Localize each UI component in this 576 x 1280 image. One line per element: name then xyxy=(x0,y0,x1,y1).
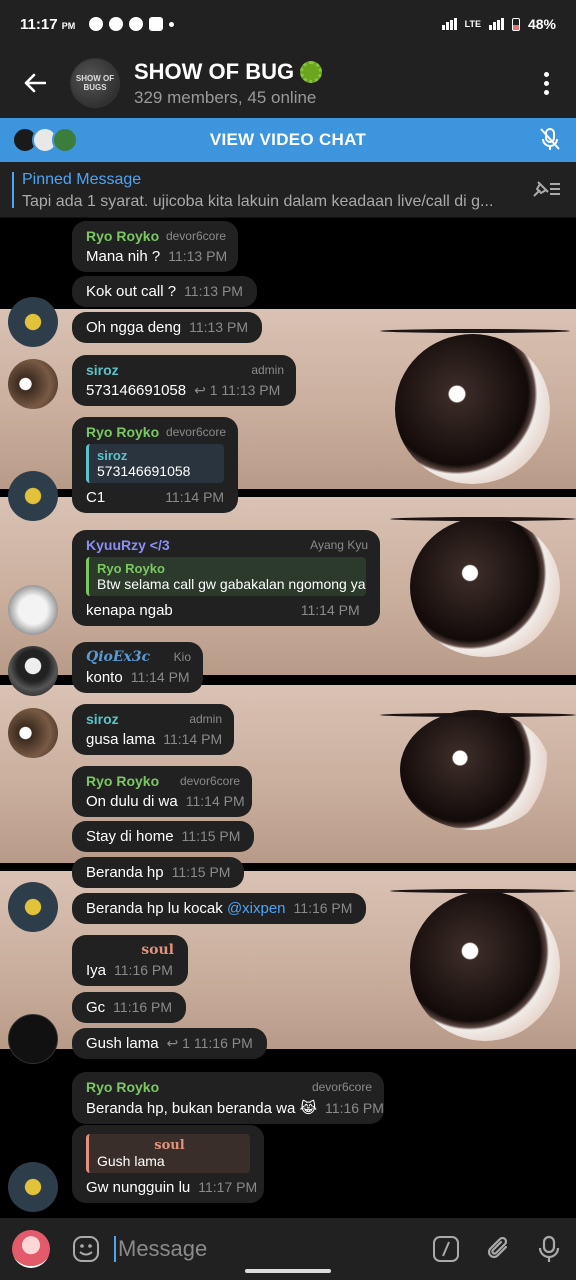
signal-icon xyxy=(441,18,457,30)
avatar-kyuurzy[interactable] xyxy=(8,585,58,635)
message-bubble[interactable]: Ryo Royko devor6core On dulu di wa 11:14 P… xyxy=(72,766,252,817)
pin-list-icon[interactable] xyxy=(530,178,562,200)
message-bubble[interactable]: siroz admin 573146691058 ↩ 1 11:13 PM xyxy=(72,355,296,406)
avatar-siroz[interactable] xyxy=(8,708,58,758)
message-bubble[interactable]: Oh ngga deng 11:13 PM xyxy=(72,312,262,343)
message-bubble[interactable]: Gc 11:16 PM xyxy=(72,992,187,1023)
more-menu-button[interactable] xyxy=(516,71,576,95)
battery-level: 48% xyxy=(527,16,556,32)
avatar-ryo-royko[interactable] xyxy=(8,471,58,521)
view-video-chat-label: VIEW VIDEO CHAT xyxy=(209,130,367,149)
reply-preview[interactable]: Ryo Royko Btw selama call gw gabakalan ng… xyxy=(86,557,366,596)
network-type: LTE xyxy=(464,19,481,29)
arrow-left-icon xyxy=(24,73,46,93)
reply-count: 1 xyxy=(182,1035,190,1051)
group-title: SHOW OF BUG xyxy=(134,58,295,84)
battery-icon xyxy=(511,17,520,31)
microphone-icon[interactable] xyxy=(538,1235,560,1263)
avatar-ryo-royko[interactable] xyxy=(8,882,58,932)
virus-emoji-icon xyxy=(300,60,323,83)
message-bubble[interactable]: QioEx3c Kio konto 11:14 PM xyxy=(72,642,203,693)
message-bubble[interactable]: siroz admin gusa lama 11:14 PM xyxy=(72,704,234,755)
group-avatar[interactable]: SHOW OF BUGS xyxy=(70,58,120,108)
chat-header: SHOW OF BUGS SHOW OF BUG 329 members, 45… xyxy=(0,48,576,118)
bot-commands-icon[interactable] xyxy=(432,1235,460,1263)
group-title-area[interactable]: SHOW OF BUG 329 members, 45 online xyxy=(134,58,323,108)
home-indicator xyxy=(245,1269,331,1273)
message-bubble[interactable]: Ryo Royko devor6core siroz 573146691058 C1… xyxy=(72,417,238,513)
more-notifications-icon xyxy=(169,21,175,27)
message-bubble[interactable]: soul Iya 11:16 PM xyxy=(72,935,188,986)
message-bubble[interactable]: soul Gush lama Gw nungguin lu 11:17 PM xyxy=(72,1125,264,1203)
pinned-message-bar[interactable]: Pinned Message Tapi ada 1 syarat. ujicob… xyxy=(0,162,576,218)
reply-count: 1 xyxy=(209,382,218,398)
youtube-icon xyxy=(149,17,164,31)
message-bubble[interactable]: Beranda hp 11:15 PM xyxy=(72,857,245,888)
member-count: 329 members, 45 online xyxy=(134,87,317,107)
status-bar: 11:17 PM LTE 48% xyxy=(0,0,576,48)
message-bubble[interactable]: Stay di home 11:15 PM xyxy=(72,821,255,852)
avatar-ryo-royko[interactable] xyxy=(8,1162,58,1212)
reply-preview[interactable]: soul Gush lama xyxy=(86,1134,250,1173)
back-button[interactable] xyxy=(0,48,70,118)
mic-off-icon[interactable] xyxy=(540,128,560,152)
message-bubble[interactable]: KyuuRzy </3 Ayang Kyu Ryo Royko Btw selama… xyxy=(72,530,380,626)
message-bubble[interactable]: Beranda hp lu kocak @xixpen 11:16 PM xyxy=(72,893,367,924)
message-bubble[interactable]: Ryo Royko devor6core Beranda hp, bukan be… xyxy=(72,1072,384,1124)
pinned-text: Tapi ada 1 syarat. ujicoba kita lakuin d… xyxy=(22,193,494,210)
clock: 11:17 PM xyxy=(20,15,76,33)
message-input[interactable]: Message xyxy=(114,1236,207,1262)
attach-icon[interactable] xyxy=(486,1235,512,1263)
video-chat-bar[interactable]: VIEW VIDEO CHAT xyxy=(0,118,576,162)
whatsapp-icon-2 xyxy=(129,17,144,31)
message-bubble[interactable]: Ryo Royko devor6core Mana nih ? 11:13 PM xyxy=(72,221,238,272)
message-bubble[interactable]: Kok out call ? 11:13 PM xyxy=(72,276,257,307)
pinned-indicator xyxy=(12,172,14,208)
whatsapp-icon xyxy=(109,17,124,31)
send-as-avatar[interactable] xyxy=(12,1230,50,1268)
media-icon xyxy=(89,17,104,31)
reply-preview[interactable]: siroz 573146691058 xyxy=(86,444,224,483)
signal-icon-2 xyxy=(488,18,504,30)
message-bubble[interactable]: Gush lama ↩ 1 11:16 PM xyxy=(72,1028,267,1059)
emoji-icon[interactable] xyxy=(72,1235,100,1263)
avatar-soul[interactable] xyxy=(8,1014,58,1064)
avatar-qioex3c[interactable] xyxy=(8,646,58,696)
mention-link[interactable]: @xixpen xyxy=(227,900,286,917)
avatar-ryo-royko[interactable] xyxy=(8,297,58,347)
message-list[interactable]: Ryo Royko devor6core Mana nih ? 11:13 PM K… xyxy=(0,219,576,1218)
pinned-title: Pinned Message xyxy=(22,171,142,188)
avatar-siroz[interactable] xyxy=(8,359,58,409)
